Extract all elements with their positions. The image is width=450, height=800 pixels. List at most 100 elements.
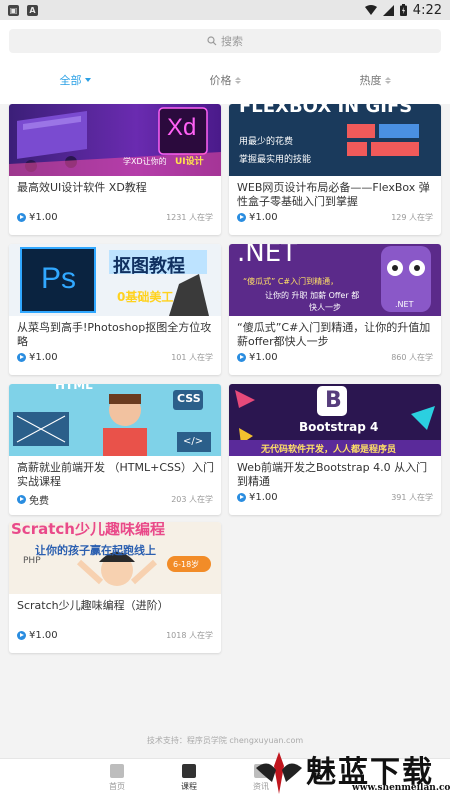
thumb-text-ps: Ps xyxy=(41,262,77,295)
play-icon xyxy=(237,213,246,222)
filter-all-label: 全部 xyxy=(59,74,82,87)
play-icon xyxy=(237,493,246,502)
course-price: ¥1.00 xyxy=(249,352,278,363)
course-thumbnail: B Bootstrap 4 无代码软件开发，人人都是程序员 xyxy=(229,384,441,456)
nav-home-label: 首页 xyxy=(109,782,125,791)
thumb-text: </> xyxy=(183,436,204,447)
header: 搜索 全部 价格 热度 xyxy=(0,20,450,104)
course-thumbnail: HTML CSS </> xyxy=(9,384,221,456)
course-price: ¥1.00 xyxy=(29,352,58,363)
course-meta: ¥1.00 391 人在学 xyxy=(237,492,433,503)
course-meta: ¥1.00 1018 人在学 xyxy=(17,630,213,641)
course-price: 免费 xyxy=(29,496,49,507)
thumb-text: 让你的 升职 加薪 Offer 都 xyxy=(265,291,360,300)
thumb-text: Bootstrap 4 xyxy=(299,420,379,434)
clock: 4:22 xyxy=(412,2,442,18)
course-meta: ¥1.00 1231 人在学 xyxy=(17,212,213,223)
learner-count: 101 人在学 xyxy=(171,353,213,362)
nav-courses[interactable]: 课程 xyxy=(169,764,209,792)
learner-count: 203 人在学 xyxy=(171,495,213,504)
search-icon xyxy=(207,36,217,46)
course-title: Scratch少儿趣味编程（进阶） xyxy=(17,599,169,612)
course-price: ¥1.00 xyxy=(249,212,278,223)
caret-down-icon xyxy=(84,78,91,82)
course-thumbnail: .NET “傻瓜式” C#入门到精通， 让你的 升职 加薪 Offer 都 快人… xyxy=(229,244,441,316)
course-price: ¥1.00 xyxy=(29,212,58,223)
nav-courses-label: 课程 xyxy=(181,782,197,791)
course-meta: 免费 203 人在学 xyxy=(17,492,213,507)
thumb-text: .NET xyxy=(395,300,414,309)
signal-icon xyxy=(382,4,394,16)
thumb-text: CSS xyxy=(177,392,201,405)
thumb-text: 6-18岁 xyxy=(173,560,200,569)
course-card[interactable]: FLEXBOX IN GIFS 用最少的花费 掌握最实用的技能 WEB网页设计布… xyxy=(229,104,441,235)
learner-count: 129 人在学 xyxy=(391,213,433,222)
filter-all[interactable]: 全部 xyxy=(0,68,150,92)
thumb-text: “傻瓜式” C#入门到精通， xyxy=(243,277,339,286)
play-icon xyxy=(237,353,246,362)
course-title: WEB网页设计布局必备——FlexBox 弹性盒子零基础入门到掌握 xyxy=(237,181,430,208)
thumb-text: 0基础美工 xyxy=(117,290,174,304)
status-bar: ▣ A 4:22 xyxy=(0,0,450,20)
watermark: 魅蓝下载 www.shenmeilan.com xyxy=(252,745,450,800)
sort-icon xyxy=(234,76,241,84)
nav-home[interactable]: 首页 xyxy=(97,764,137,792)
thumb-text: 快人一步 xyxy=(309,303,341,312)
course-title: Web前端开发之Bootstrap 4.0 从入门到精通 xyxy=(237,461,428,488)
course-card[interactable]: .NET “傻瓜式” C#入门到精通， 让你的 升职 加薪 Offer 都 快人… xyxy=(229,244,441,375)
course-title: 从菜鸟到高手!Photoshop抠图全方位攻略 xyxy=(17,321,212,348)
course-thumbnail: Xd 学XD让你的 UI设计 xyxy=(9,104,221,176)
course-card[interactable]: Xd 学XD让你的 UI设计 最高效UI设计软件 XD教程 ¥1.00 1231… xyxy=(9,104,221,235)
course-card[interactable]: Scratch少儿趣味编程 让你的孩子赢在起跑线上 6-18岁 PHP Scra… xyxy=(9,522,221,653)
home-icon xyxy=(110,764,124,778)
course-meta: ¥1.00 129 人在学 xyxy=(237,212,433,223)
thumb-text: 掌握最实用的技能 xyxy=(239,155,312,165)
watermark-url: www.shenmeilan.com xyxy=(352,783,450,793)
play-icon xyxy=(17,353,26,362)
course-thumbnail: Ps 抠图教程 0基础美工 xyxy=(9,244,221,316)
search-input[interactable]: 搜索 xyxy=(9,29,441,53)
thumb-text: 用最少的花费 xyxy=(239,137,294,147)
watermark-emblem-icon xyxy=(256,751,302,794)
search-placeholder: 搜索 xyxy=(221,35,243,48)
thumb-text: 抠图教程 xyxy=(113,256,185,277)
filter-price[interactable]: 价格 xyxy=(150,68,300,92)
thumb-text: UI设计 xyxy=(175,157,204,167)
course-title: 高薪就业前端开发 （HTML+CSS）入门实战课程 xyxy=(17,461,214,488)
app-notification-icon: A xyxy=(27,4,38,16)
thumb-text-xd: Xd xyxy=(167,114,197,141)
play-icon xyxy=(17,631,26,640)
play-icon xyxy=(17,495,26,504)
course-meta: ¥1.00 860 人在学 xyxy=(237,352,433,363)
course-price: ¥1.00 xyxy=(29,630,58,641)
course-icon xyxy=(182,764,196,778)
filter-popularity[interactable]: 热度 xyxy=(300,68,450,92)
learner-count: 391 人在学 xyxy=(391,493,433,502)
course-thumbnail: FLEXBOX IN GIFS 用最少的花费 掌握最实用的技能 xyxy=(229,104,441,176)
battery-icon xyxy=(399,4,407,16)
play-icon xyxy=(17,213,26,222)
course-title: “傻瓜式”C#入门到精通，让你的升值加薪offer都快人一步 xyxy=(237,321,431,348)
course-thumbnail: Scratch少儿趣味编程 让你的孩子赢在起跑线上 6-18岁 PHP xyxy=(9,522,221,594)
course-card[interactable]: HTML CSS </> 高薪就业前端开发 （HTML+CSS）入门实战课程 免… xyxy=(9,384,221,515)
learner-count: 1231 人在学 xyxy=(166,213,213,222)
wifi-icon xyxy=(364,4,377,15)
thumb-text: 无代码软件开发，人人都是程序员 xyxy=(261,445,397,455)
sort-icon xyxy=(384,76,391,84)
course-card[interactable]: Ps 抠图教程 0基础美工 从菜鸟到高手!Photoshop抠图全方位攻略 ¥1… xyxy=(9,244,221,375)
course-meta: ¥1.00 101 人在学 xyxy=(17,352,213,363)
filter-price-label: 价格 xyxy=(209,74,232,87)
thumb-text: Scratch少儿趣味编程 xyxy=(11,522,165,538)
thumb-text: HTML xyxy=(55,384,93,392)
thumb-text: PHP xyxy=(23,556,41,566)
learner-count: 1018 人在学 xyxy=(166,631,213,640)
gallery-notification-icon: ▣ xyxy=(8,4,19,16)
thumb-text: FLEXBOX IN GIFS xyxy=(239,104,413,117)
thumb-text: .NET xyxy=(237,244,298,268)
thumb-text: 学XD让你的 xyxy=(123,157,167,166)
thumb-text: 让你的孩子赢在起跑线上 xyxy=(35,544,156,557)
filter-bar: 全部 价格 热度 xyxy=(0,68,450,92)
learner-count: 860 人在学 xyxy=(391,353,433,362)
course-card[interactable]: B Bootstrap 4 无代码软件开发，人人都是程序员 Web前端开发之Bo… xyxy=(229,384,441,515)
bootstrap-logo-letter: B xyxy=(325,388,342,413)
